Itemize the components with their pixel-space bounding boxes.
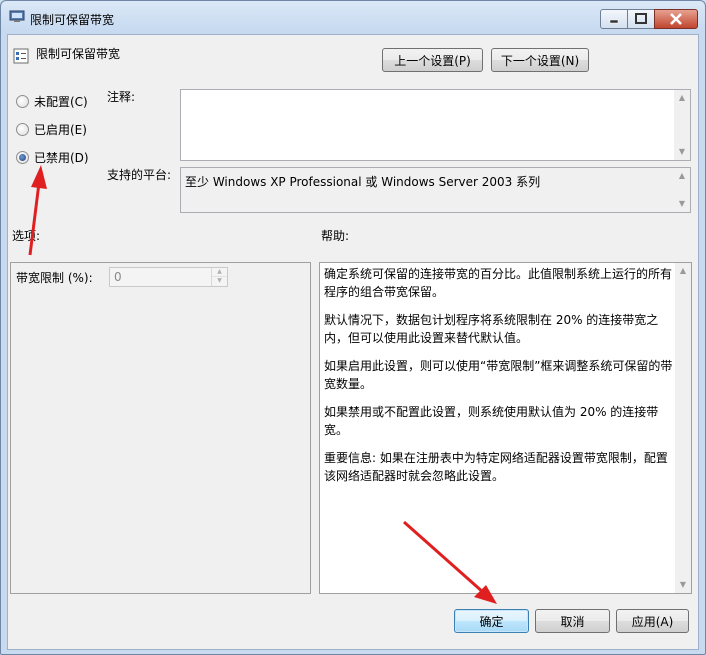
apply-button[interactable]: 应用(A) [616, 609, 689, 633]
bandwidth-limit-spinner[interactable]: 0 ▲ ▼ [109, 267, 228, 287]
help-scrollbar[interactable]: ▲ ▼ [675, 263, 691, 593]
maximize-button[interactable] [627, 9, 655, 29]
scroll-up-icon[interactable]: ▲ [674, 90, 690, 106]
previous-setting-button[interactable]: 上一个设置(P) [382, 48, 483, 72]
comment-textarea[interactable]: ▲ ▼ [180, 89, 691, 161]
bandwidth-limit-label: 带宽限制 (%): [16, 271, 93, 285]
ok-button[interactable]: 确定 [454, 609, 529, 633]
window-controls [600, 9, 698, 29]
radio-disabled[interactable]: 已禁用(D) [16, 149, 89, 166]
scroll-up-icon[interactable]: ▲ [675, 263, 691, 279]
radio-label: 已禁用(D) [34, 151, 89, 165]
help-label: 帮助: [321, 229, 350, 243]
spinner-arrows[interactable]: ▲ ▼ [211, 268, 227, 286]
help-pane: 确定系统可保留的连接带宽的百分比。此值限制系统上运行的所有程序的组合带宽保留。 … [319, 262, 692, 594]
comment-scrollbar[interactable]: ▲ ▼ [674, 90, 690, 160]
help-paragraph: 重要信息: 如果在注册表中为特定网络适配器设置带宽限制，配置该网络适配器时就会忽… [324, 451, 668, 483]
minimize-icon [609, 19, 619, 24]
dialog-client-area: 限制可保留带宽 上一个设置(P) 下一个设置(N) 未配置(C) 已启用(E) … [7, 34, 699, 650]
radio-label: 已启用(E) [34, 123, 87, 137]
maximize-icon [635, 13, 647, 24]
scroll-down-icon[interactable]: ▼ [674, 144, 690, 160]
close-button[interactable] [654, 9, 698, 29]
policy-icon [9, 10, 25, 22]
options-pane: 带宽限制 (%): 0 ▲ ▼ [10, 262, 311, 594]
options-label: 选项: [12, 229, 41, 243]
radio-circle [16, 95, 29, 108]
radio-circle [16, 123, 29, 136]
radio-not-configured[interactable]: 未配置(C) [16, 93, 88, 110]
platform-label: 支持的平台: [107, 168, 172, 182]
help-paragraph: 如果禁用或不配置此设置，则系统使用默认值为 20% 的连接带宽。 [324, 405, 659, 437]
scroll-up-icon[interactable]: ▲ [674, 168, 690, 184]
help-paragraph: 如果启用此设置，则可以使用“带宽限制”框来调整系统可保留的带宽数量。 [324, 359, 673, 391]
scroll-down-icon[interactable]: ▼ [675, 577, 691, 593]
help-paragraph: 默认情况下，数据包计划程序将系统限制在 20% 的连接带宽之内，但可以使用此设置… [324, 313, 659, 345]
platform-box: 至少 Windows XP Professional 或 Windows Ser… [180, 167, 691, 213]
help-text: 确定系统可保留的连接带宽的百分比。此值限制系统上运行的所有程序的组合带宽保留。 … [324, 265, 674, 495]
comment-label: 注释: [107, 90, 136, 104]
minimize-button[interactable] [600, 9, 628, 29]
title-bar[interactable]: 限制可保留带宽 [0, 0, 706, 34]
setting-icon [13, 48, 29, 64]
spin-down-icon[interactable]: ▼ [212, 277, 227, 285]
radio-enabled[interactable]: 已启用(E) [16, 121, 87, 138]
platform-value: 至少 Windows XP Professional 或 Windows Ser… [185, 175, 541, 189]
bandwidth-limit-value: 0 [114, 270, 122, 284]
cancel-button[interactable]: 取消 [535, 609, 610, 633]
next-setting-button[interactable]: 下一个设置(N) [491, 48, 589, 72]
spin-up-icon[interactable]: ▲ [212, 268, 227, 277]
platform-scrollbar[interactable]: ▲ ▼ [674, 168, 690, 212]
radio-label: 未配置(C) [34, 95, 88, 109]
close-icon [670, 13, 682, 25]
radio-circle-selected [16, 151, 29, 164]
help-paragraph: 确定系统可保留的连接带宽的百分比。此值限制系统上运行的所有程序的组合带宽保留。 [324, 267, 673, 299]
window-title: 限制可保留带宽 [30, 13, 115, 27]
scroll-down-icon[interactable]: ▼ [674, 196, 690, 212]
setting-name: 限制可保留带宽 [36, 47, 121, 61]
